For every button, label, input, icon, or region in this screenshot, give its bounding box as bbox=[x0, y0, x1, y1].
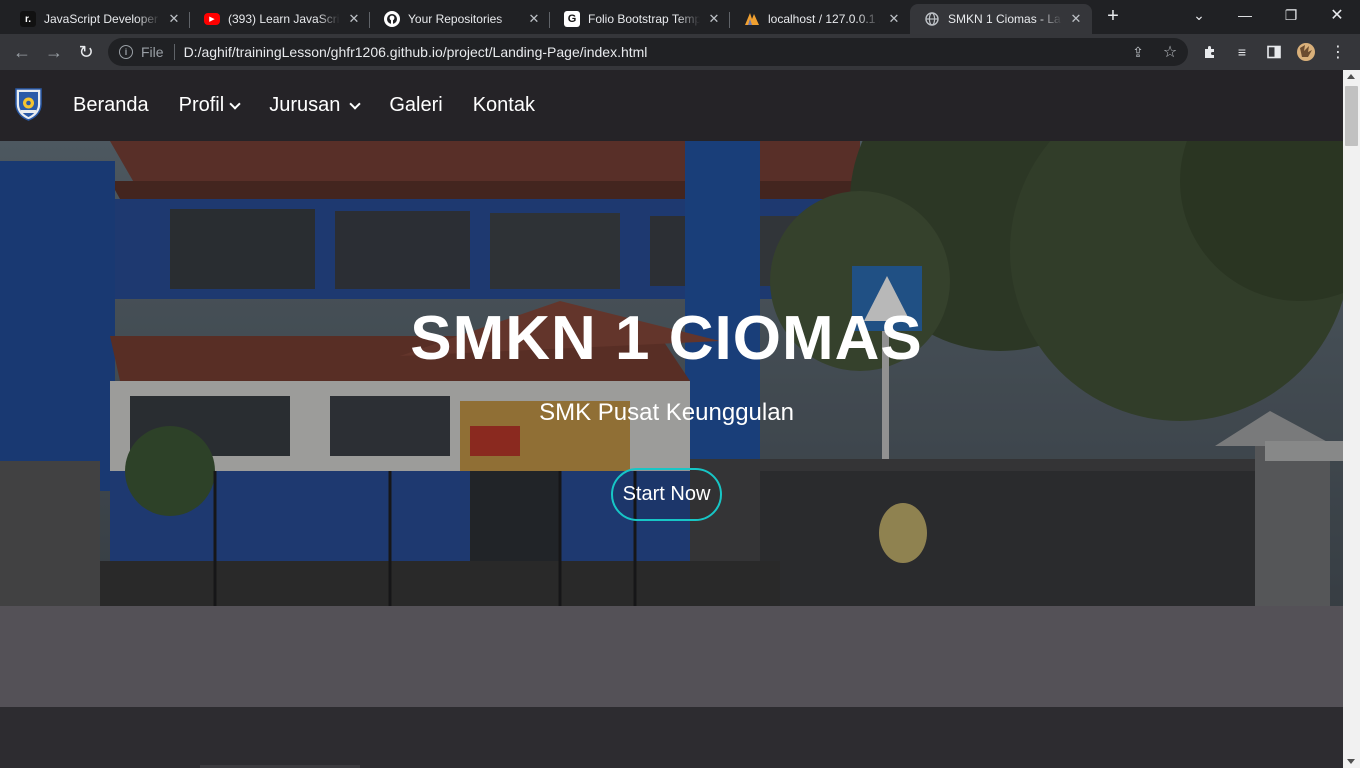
chevron-down-icon bbox=[229, 97, 241, 110]
more-menu-icon[interactable]: ⋮ bbox=[1326, 40, 1350, 64]
close-icon[interactable]: ✕ bbox=[1068, 11, 1084, 27]
chevron-down-icon bbox=[349, 97, 362, 110]
page-scrollbar[interactable] bbox=[1343, 70, 1360, 768]
share-icon[interactable]: ⇪ bbox=[1126, 38, 1150, 66]
scheme-label: File bbox=[141, 44, 164, 60]
nav-kontak[interactable]: Kontak bbox=[473, 94, 535, 117]
tab-title: Your Repositories bbox=[408, 12, 503, 26]
side-panel-icon[interactable] bbox=[1262, 40, 1286, 64]
bookmark-star-icon[interactable]: ☆ bbox=[1158, 38, 1182, 66]
browser-tab-1[interactable]: ▶ (393) Learn JavaScript ✕ bbox=[190, 4, 370, 34]
nav-jurusan[interactable]: Jurusan bbox=[269, 94, 362, 117]
close-icon[interactable]: ✕ bbox=[886, 11, 902, 27]
nav-profil[interactable]: Profil bbox=[178, 94, 241, 117]
nav-label: Galeri bbox=[389, 94, 443, 116]
browser-toolbar: ← → ↻ i File D:/aghif/trainingLesson/ghf… bbox=[0, 34, 1360, 70]
tab-title: Folio Bootstrap Templ bbox=[588, 12, 700, 26]
hero-title: SMKN 1 CIOMAS bbox=[410, 304, 923, 373]
browser-tab-4[interactable]: localhost / 127.0.0.1 / ✕ bbox=[730, 4, 910, 34]
browser-tab-2[interactable]: Your Repositories ✕ bbox=[370, 4, 550, 34]
address-bar[interactable]: i File D:/aghif/trainingLesson/ghfr1206.… bbox=[108, 38, 1188, 66]
close-icon[interactable]: ✕ bbox=[166, 11, 182, 27]
new-tab-button[interactable]: + bbox=[1102, 6, 1124, 28]
globe-icon bbox=[924, 11, 940, 27]
tab-search-icon[interactable]: ⌄ bbox=[1176, 0, 1222, 30]
r-icon: r. bbox=[20, 11, 36, 27]
main-menu: Beranda Profil Jurusan Galeri Kontak bbox=[73, 94, 565, 117]
address-divider bbox=[173, 44, 175, 60]
tab-title: (393) Learn JavaScript bbox=[228, 12, 340, 26]
browser-tab-3[interactable]: G Folio Bootstrap Templ ✕ bbox=[550, 4, 730, 34]
site-navbar: Beranda Profil Jurusan Galeri Kontak bbox=[0, 70, 1343, 141]
close-icon[interactable]: ✕ bbox=[706, 11, 722, 27]
close-icon[interactable]: ✕ bbox=[526, 11, 542, 27]
restore-button[interactable]: ❐ bbox=[1268, 0, 1314, 30]
content-band bbox=[0, 606, 1343, 707]
back-button[interactable]: ← bbox=[10, 40, 34, 64]
tab-title: localhost / 127.0.0.1 / bbox=[768, 12, 880, 26]
nav-label: Beranda bbox=[73, 94, 149, 116]
info-icon[interactable]: i bbox=[119, 45, 133, 59]
close-window-button[interactable]: ✕ bbox=[1314, 0, 1360, 30]
close-icon[interactable]: ✕ bbox=[346, 11, 362, 27]
browser-tab-0[interactable]: r. JavaScript Developer ( ✕ bbox=[6, 4, 190, 34]
page-viewport: Beranda Profil Jurusan Galeri Kontak SMK… bbox=[0, 70, 1343, 768]
reading-list-icon[interactable]: ≡ bbox=[1230, 40, 1254, 64]
page-bottom-section bbox=[0, 707, 1343, 768]
nav-beranda[interactable]: Beranda bbox=[73, 94, 149, 117]
github-icon bbox=[384, 11, 400, 27]
youtube-icon: ▶ bbox=[204, 13, 220, 25]
phpmyadmin-icon bbox=[744, 11, 760, 27]
hero-subtitle: SMK Pusat Keunggulan bbox=[539, 399, 794, 426]
g-icon: G bbox=[564, 11, 580, 27]
start-now-button[interactable]: Start Now bbox=[611, 468, 722, 521]
forward-button[interactable]: → bbox=[42, 40, 66, 64]
scroll-up-arrow-icon[interactable] bbox=[1347, 74, 1355, 79]
scroll-down-arrow-icon[interactable] bbox=[1347, 759, 1355, 764]
browser-tab-5-active[interactable]: SMKN 1 Ciomas - Lan ✕ bbox=[910, 4, 1092, 34]
nav-galeri[interactable]: Galeri bbox=[389, 94, 442, 117]
nav-label: Kontak bbox=[472, 94, 535, 116]
scroll-thumb[interactable] bbox=[1345, 86, 1358, 146]
minimize-button[interactable]: — bbox=[1222, 0, 1268, 30]
reload-button[interactable]: ↻ bbox=[74, 40, 98, 64]
url-text[interactable]: D:/aghif/trainingLesson/ghfr1206.github.… bbox=[184, 44, 648, 60]
nav-label: Profil bbox=[178, 94, 225, 116]
tab-title: SMKN 1 Ciomas - Lan bbox=[948, 12, 1062, 26]
tab-title: JavaScript Developer ( bbox=[44, 12, 160, 26]
school-logo[interactable] bbox=[13, 86, 44, 121]
browser-tab-strip: r. JavaScript Developer ( ✕ ▶ (393) Lear… bbox=[0, 0, 1360, 34]
nav-label: Jurusan bbox=[269, 94, 341, 116]
hero-section: SMKN 1 CIOMAS SMK Pusat Keunggulan Start… bbox=[0, 141, 1343, 606]
profile-avatar[interactable] bbox=[1294, 40, 1318, 64]
extensions-icon[interactable] bbox=[1198, 40, 1222, 64]
